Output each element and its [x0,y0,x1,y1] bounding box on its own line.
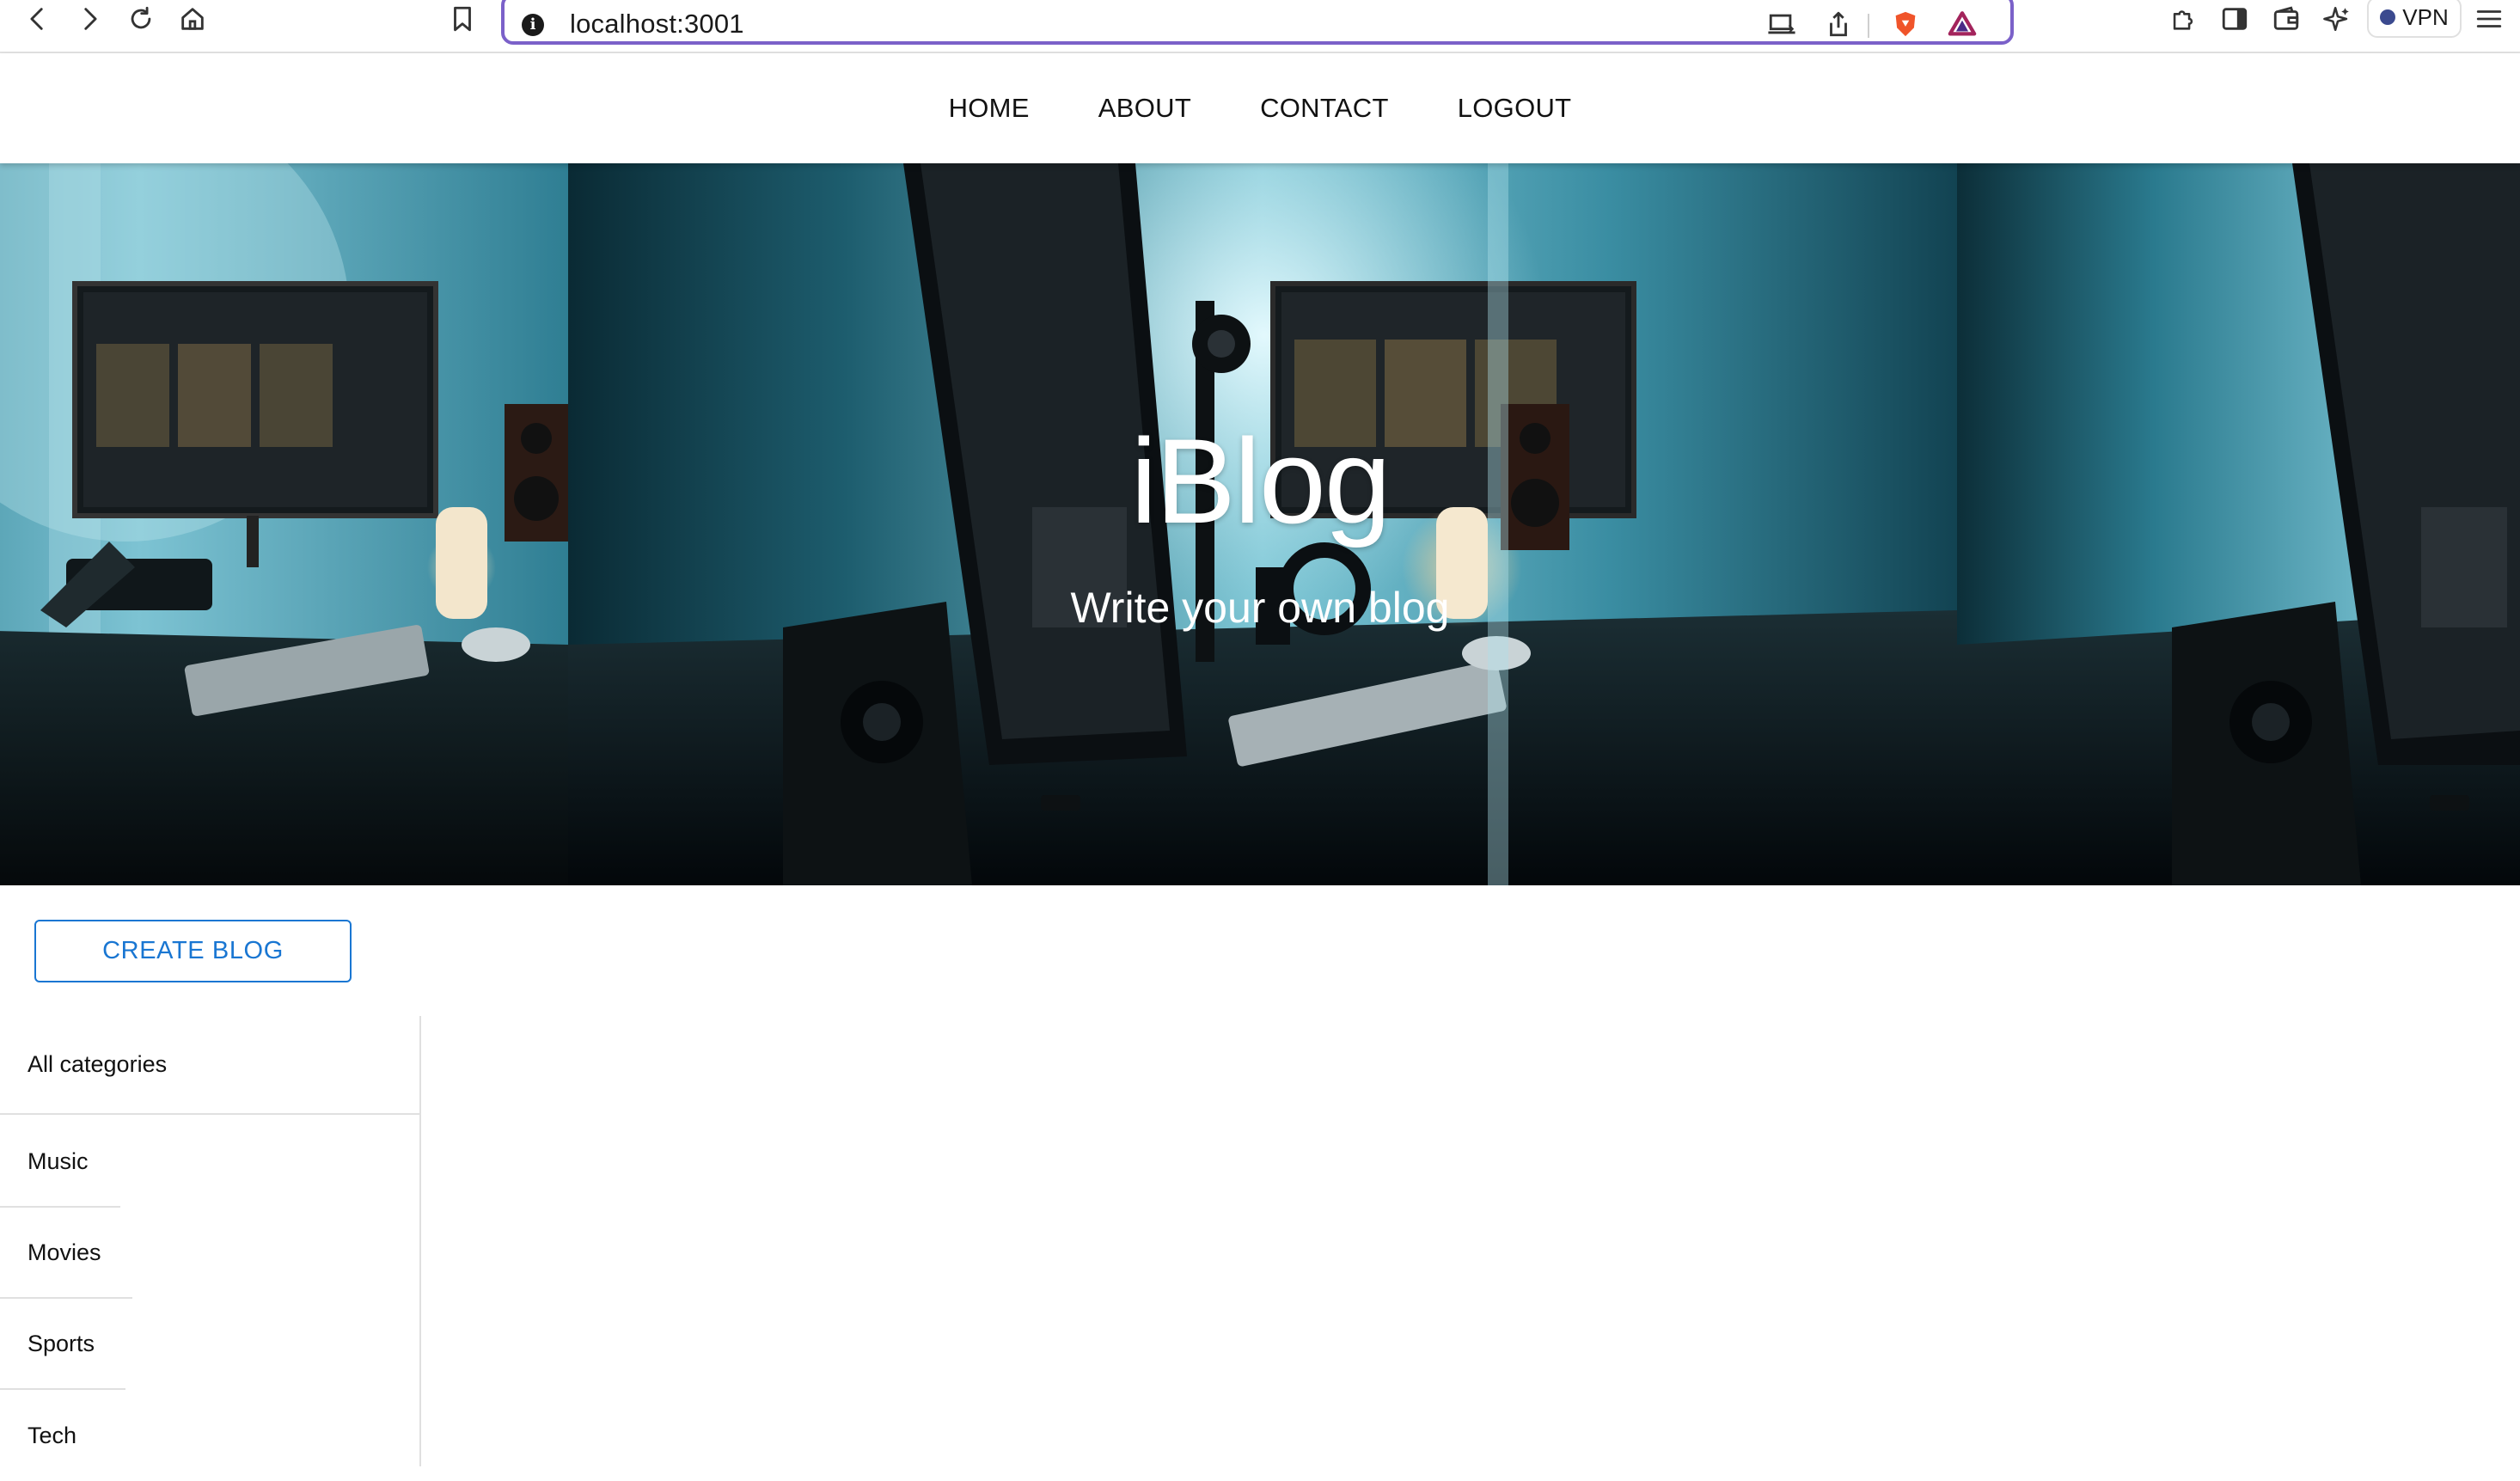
category-all[interactable]: All categories [0,1016,421,1115]
hero-subtitle: Write your own blog [1070,584,1450,632]
vpn-label: VPN [2402,3,2449,30]
share-icon[interactable] [1821,7,1856,41]
forward-icon[interactable] [72,2,107,36]
category-movies[interactable]: Movies [0,1208,132,1299]
create-blog-button[interactable]: CREATE BLOG [34,920,352,982]
nav-logout[interactable]: LOGOUT [1423,93,1606,124]
hero-title: iBlog [1130,413,1391,548]
brave-shield-icon[interactable] [1888,7,1923,41]
url-text[interactable]: localhost:3001 [570,9,744,40]
category-tech[interactable]: Tech [0,1390,120,1481]
bookmark-icon[interactable] [445,2,480,36]
sidebar-toggle-icon[interactable] [2217,2,2252,36]
category-sports[interactable]: Sports [0,1299,125,1390]
brave-rewards-icon[interactable] [1945,7,1979,41]
extensions-icon[interactable] [2166,2,2200,36]
nav-contact[interactable]: CONTACT [1226,93,1423,124]
nav-home[interactable]: HOME [914,93,1064,124]
nav-about[interactable]: ABOUT [1064,93,1226,124]
leo-ai-icon[interactable] [2321,2,2355,36]
browser-toolbar: i localhost:3001 VPN [0,0,2520,53]
vpn-status-icon [2380,9,2396,25]
home-icon[interactable] [175,2,210,36]
category-music[interactable]: Music [0,1117,120,1208]
back-icon[interactable] [21,2,55,36]
site-header: HOME ABOUT CONTACT LOGOUT [0,53,2520,163]
vpn-button[interactable]: VPN [2367,0,2462,38]
menu-icon[interactable] [2472,2,2506,36]
main-nav: HOME ABOUT CONTACT LOGOUT [0,53,2520,163]
address-bar[interactable]: i localhost:3001 [501,0,2014,45]
reload-icon[interactable] [124,2,158,36]
wallet-icon[interactable] [2269,2,2303,36]
url-separator [1868,14,1869,38]
categories-panel: All categories Music Movies Sports Tech [0,1016,421,1466]
site-info-icon[interactable]: i [522,14,544,36]
hero-banner: iBlog Write your own blog [0,163,2520,885]
cast-icon[interactable] [1765,7,1799,41]
